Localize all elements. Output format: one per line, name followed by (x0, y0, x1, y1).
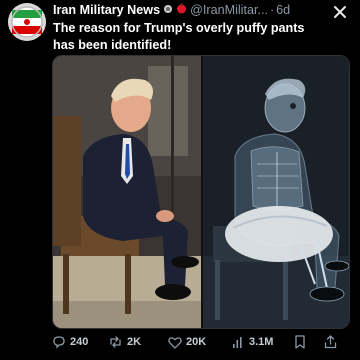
views-icon (233, 336, 242, 348)
iran-flag-emblem-icon (8, 3, 46, 41)
repost-icon (110, 336, 121, 348)
repost-count: 2K (127, 336, 142, 348)
close-button[interactable] (328, 0, 352, 24)
reply-count: 240 (70, 336, 89, 348)
close-icon (334, 6, 346, 18)
views-button[interactable]: 3.1M (232, 336, 294, 349)
bookmark-button[interactable] (294, 335, 324, 349)
like-button[interactable]: 20K (168, 336, 232, 349)
like-icon (168, 336, 182, 349)
author-name[interactable]: Iran Military News (53, 2, 160, 19)
share-button[interactable] (324, 335, 344, 349)
tweet-header: Iran Military News @IranMilitar... · 6d … (53, 2, 324, 53)
tweet-media-image[interactable] (52, 55, 350, 329)
views-count: 3.1M (249, 336, 274, 348)
like-count: 20K (186, 336, 207, 348)
tweet-text: The reason for Trump's overly puffy pant… (53, 21, 305, 52)
author-handle[interactable]: @IranMilitar... (190, 2, 268, 19)
reply-button[interactable]: 240 (52, 335, 108, 349)
bookmark-icon (295, 335, 305, 349)
media-illustration (53, 56, 349, 328)
reply-icon (53, 336, 65, 349)
share-icon (324, 335, 337, 349)
tweet-action-bar: 240 2K 20K 3.1M (52, 333, 350, 351)
repost-button[interactable]: 2K (108, 335, 168, 349)
separator: · (269, 3, 275, 17)
verified-emblem-icon (163, 2, 173, 19)
avatar[interactable] (8, 3, 46, 41)
timestamp[interactable]: 6d (276, 2, 290, 19)
apple-emoji-icon (176, 2, 187, 19)
